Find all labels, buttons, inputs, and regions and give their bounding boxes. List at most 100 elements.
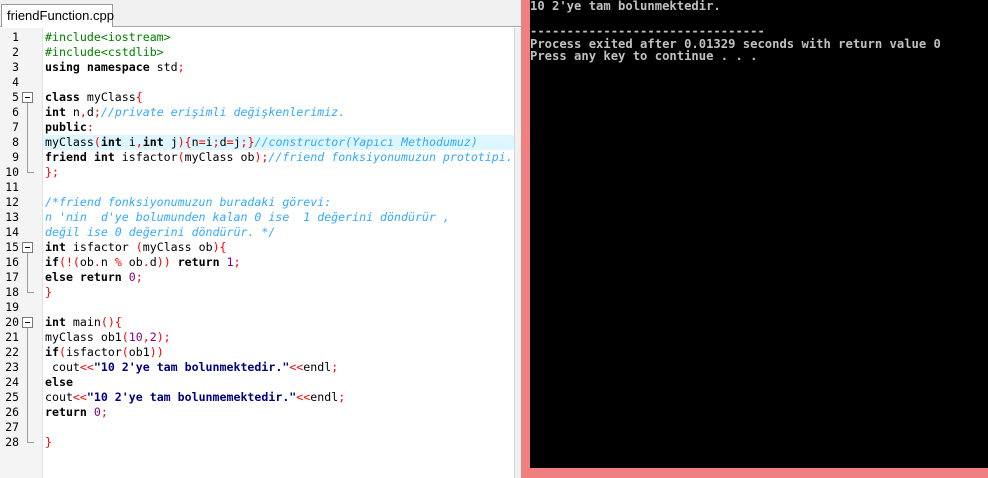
line-number: 10 — [5, 165, 19, 179]
code-token: 0 — [86, 405, 101, 419]
code-line[interactable]: 18} — [0, 285, 514, 300]
line-number: 28 — [5, 435, 19, 449]
code-line[interactable]: 3 using namespace std; — [0, 60, 514, 75]
code-text: /*friend fonksiyonumuzun buradaki görevi… — [45, 195, 331, 210]
code-token: myClass ob — [184, 150, 255, 164]
code-token: endl — [303, 360, 332, 374]
code-editor[interactable]: friendFunction.cpp 1 #include<iostream> 2 #… — [0, 0, 521, 478]
code-line[interactable]: 20 int main(){ — [0, 315, 514, 330]
code-text: } — [45, 285, 52, 300]
code-token: ; — [100, 405, 108, 419]
code-line[interactable]: 12 /*friend fonksiyonumuzun buradaki göre… — [0, 195, 514, 210]
editor-scrollbar[interactable] — [514, 28, 521, 478]
code-token: % — [114, 255, 122, 269]
code-line[interactable]: 14 değil ise 0 değerini döndürür. */ — [0, 225, 514, 240]
code-token: main — [65, 315, 101, 329]
code-text: cout<<"10 2'ye tam bolunmemektedir."<<en… — [45, 390, 345, 405]
code-token: std — [149, 60, 178, 74]
code-line[interactable]: 1 #include<iostream> — [0, 30, 514, 45]
code-line[interactable]: 6 int n,d;//private erişimli değişkenleri… — [0, 105, 514, 120]
code-token: ; — [212, 135, 220, 149]
code-line[interactable]: 19 — [0, 300, 514, 315]
line-number: 1 — [12, 30, 19, 44]
code-token: myClass — [45, 135, 94, 149]
code-lines[interactable]: 1 #include<iostream> 2 #include<cstdlib> 3 us… — [0, 30, 514, 450]
code-line[interactable]: 15 int isfactor (myClass ob){ — [0, 240, 514, 255]
code-token: //friend fonksiyonumuzun prototipi. — [268, 150, 513, 164]
code-text: else — [45, 375, 73, 390]
code-line[interactable]: 7 public: — [0, 120, 514, 135]
code-line[interactable]: 24 else — [0, 375, 514, 390]
code-token: n — [191, 135, 199, 149]
line-number: 14 — [5, 225, 19, 239]
collapse-minus-icon[interactable] — [22, 92, 33, 103]
code-token: ; — [233, 255, 241, 269]
code-token: 0 — [121, 270, 136, 284]
code-line[interactable]: 21 myClass ob1(10,2); — [0, 330, 514, 345]
code-token: 10 — [128, 330, 143, 344]
line-number: 25 — [5, 390, 19, 404]
code-line[interactable]: 25 cout<<"10 2'ye tam bolunmemektedir."<<… — [0, 390, 514, 405]
code-token: ) — [177, 135, 185, 149]
fold-guide — [27, 390, 28, 405]
code-line[interactable]: 23 cout<<"10 2'ye tam bolunmektedir."<<e… — [0, 360, 514, 375]
code-text: int isfactor (myClass ob){ — [45, 240, 227, 255]
code-token: { — [219, 240, 227, 254]
code-token: { — [184, 135, 192, 149]
code-token: using namespace — [45, 60, 150, 74]
code-token: myClass ob — [142, 240, 213, 254]
code-token: ) — [212, 240, 220, 254]
code-line[interactable]: 4 — [0, 75, 514, 90]
code-line[interactable]: 8 myClass(int i,int j){n=i;d=j;}//constru… — [0, 135, 514, 150]
code-token: } — [45, 285, 52, 299]
code-line[interactable]: 26 return 0; — [0, 405, 514, 420]
line-number: 20 — [5, 315, 19, 329]
code-token: << — [79, 360, 94, 374]
code-line[interactable]: 9 friend int isfactor(myClass ob);//frien… — [0, 150, 514, 165]
code-token: )) — [156, 255, 171, 269]
code-line[interactable]: 2 #include<cstdlib> — [0, 45, 514, 60]
code-token: myClass — [79, 90, 136, 104]
code-token: d — [86, 105, 94, 119]
fold-guide — [27, 105, 28, 120]
line-number: 5 — [12, 90, 19, 104]
code-token: ob1 — [128, 345, 150, 359]
code-line[interactable]: 22 if(isfactor(ob1)) — [0, 345, 514, 360]
code-line[interactable]: 5 class myClass{ — [0, 90, 514, 105]
line-number: 8 — [12, 135, 19, 149]
code-line[interactable]: 11 — [0, 180, 514, 195]
fold-end-guide — [27, 165, 34, 173]
fold-guide — [27, 270, 28, 285]
code-token: ( — [135, 240, 143, 254]
line-number: 22 — [5, 345, 19, 359]
code-token: i — [205, 135, 213, 149]
code-line[interactable]: 16 if(!(ob.n % ob.d)) return 1; — [0, 255, 514, 270]
code-token: "10 2'ye tam bolunmemektedir." — [86, 390, 297, 404]
code-text: #include<iostream> — [45, 30, 171, 45]
code-token: }; — [45, 165, 59, 179]
line-number: 11 — [5, 180, 19, 194]
code-text: myClass ob1(10,2); — [45, 330, 171, 345]
collapse-minus-icon[interactable] — [22, 317, 33, 328]
line-number: 13 — [5, 210, 19, 224]
code-line[interactable]: 28} — [0, 435, 514, 450]
code-token: (!( — [58, 255, 80, 269]
code-line[interactable]: 10}; — [0, 165, 514, 180]
collapse-minus-icon[interactable] — [22, 242, 33, 253]
file-tab[interactable]: friendFunction.cpp — [1, 4, 114, 27]
code-text: değil ise 0 değerini döndürür. */ — [45, 225, 275, 240]
code-token: d — [149, 255, 157, 269]
code-line[interactable]: 27 — [0, 420, 514, 435]
code-token: /*friend fonksiyonumuzun buradaki görevi… — [45, 195, 332, 209]
code-line[interactable]: 13 n 'nin d'ye bolumunden kalan 0 ise 1 d… — [0, 210, 514, 225]
code-token: { — [135, 90, 143, 104]
code-token: ); — [156, 330, 171, 344]
code-token: class — [45, 90, 80, 104]
fold-end-guide — [27, 435, 34, 443]
tab-bar: friendFunction.cpp — [0, 0, 521, 27]
code-token: . — [93, 255, 101, 269]
fold-guide — [27, 135, 28, 150]
console-output[interactable]: 10 2'ye tam bolunmektedir. --------------… — [530, 0, 988, 468]
code-line[interactable]: 17 else return 0; — [0, 270, 514, 285]
code-token: cout — [45, 390, 73, 404]
